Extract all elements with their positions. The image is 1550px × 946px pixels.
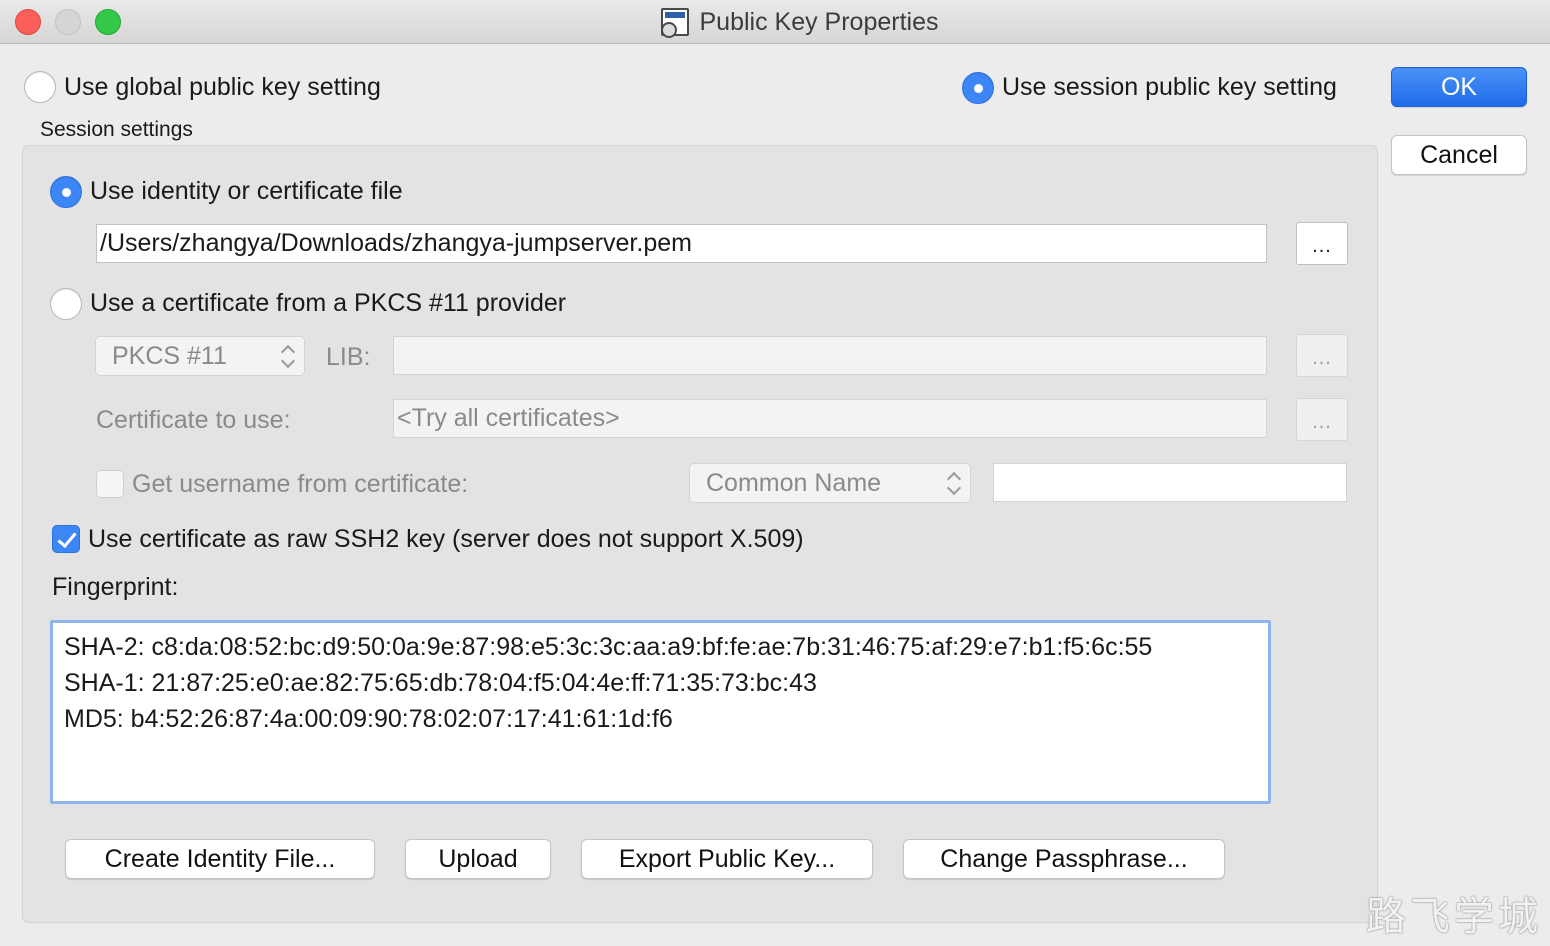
watermark: 路飞学城 — [1366, 894, 1542, 940]
global-key-label[interactable]: Use global public key setting — [64, 72, 381, 102]
fingerprint-md5: MD5: b4:52:26:87:4a:00:09:90:78:02:07:17… — [64, 705, 673, 733]
pkcs-provider-radio[interactable] — [50, 288, 82, 320]
session-key-label[interactable]: Use session public key setting — [1002, 72, 1337, 102]
identity-file-label[interactable]: Use identity or certificate file — [90, 176, 403, 206]
raw-ssh2-checkbox[interactable] — [52, 525, 80, 553]
get-username-label: Get username from certificate: — [132, 470, 469, 498]
session-key-radio[interactable] — [962, 72, 994, 104]
identity-file-path-input[interactable]: /Users/zhangya/Downloads/zhangya-jumpser… — [96, 224, 1267, 263]
key-properties-icon — [661, 8, 690, 38]
fingerprint-sha2: SHA-2: c8:da:08:52:bc:d9:50:0a:9e:87:98:… — [64, 633, 1153, 661]
identity-file-browse-button[interactable]: ... — [1296, 222, 1348, 265]
title-wrap: Public Key Properties — [0, 0, 1550, 44]
identity-file-radio[interactable] — [50, 176, 82, 208]
fingerprint-textarea[interactable]: SHA-2: c8:da:08:52:bc:d9:50:0a:9e:87:98:… — [50, 620, 1271, 804]
change-passphrase-button[interactable]: Change Passphrase... — [903, 839, 1225, 879]
cancel-button[interactable]: Cancel — [1391, 135, 1527, 175]
session-settings-heading: Session settings — [40, 118, 193, 141]
username-source-value: Common Name — [706, 469, 882, 497]
create-identity-file-button[interactable]: Create Identity File... — [65, 839, 375, 879]
pkcs-type-select-value: PKCS #11 — [112, 342, 227, 370]
get-username-checkbox — [96, 470, 124, 498]
raw-ssh2-label[interactable]: Use certificate as raw SSH2 key (server … — [88, 524, 804, 554]
username-input — [993, 463, 1347, 502]
chevron-updown-icon — [280, 343, 294, 369]
lib-browse-button: ... — [1296, 334, 1348, 377]
username-source-select: Common Name — [689, 463, 971, 503]
certificate-browse-button: ... — [1296, 398, 1348, 441]
upload-button[interactable]: Upload — [405, 839, 551, 879]
fingerprint-label: Fingerprint: — [52, 573, 179, 601]
pkcs-provider-label[interactable]: Use a certificate from a PKCS #11 provid… — [90, 288, 566, 318]
export-public-key-button[interactable]: Export Public Key... — [581, 839, 873, 879]
ok-button[interactable]: OK — [1391, 67, 1527, 107]
title-bar: Public Key Properties — [0, 0, 1550, 44]
window-title: Public Key Properties — [699, 7, 939, 36]
lib-input — [393, 336, 1267, 375]
pkcs-type-select: PKCS #11 — [95, 336, 305, 376]
certificate-to-use-input: <Try all certificates> — [393, 399, 1267, 438]
fingerprint-sha1: SHA-1: 21:87:25:e0:ae:82:75:65:db:78:04:… — [64, 669, 817, 697]
lib-label: LIB: — [326, 343, 371, 371]
chevron-updown-icon — [946, 470, 960, 496]
global-key-radio[interactable] — [24, 71, 56, 103]
certificate-to-use-label: Certificate to use: — [96, 406, 291, 434]
